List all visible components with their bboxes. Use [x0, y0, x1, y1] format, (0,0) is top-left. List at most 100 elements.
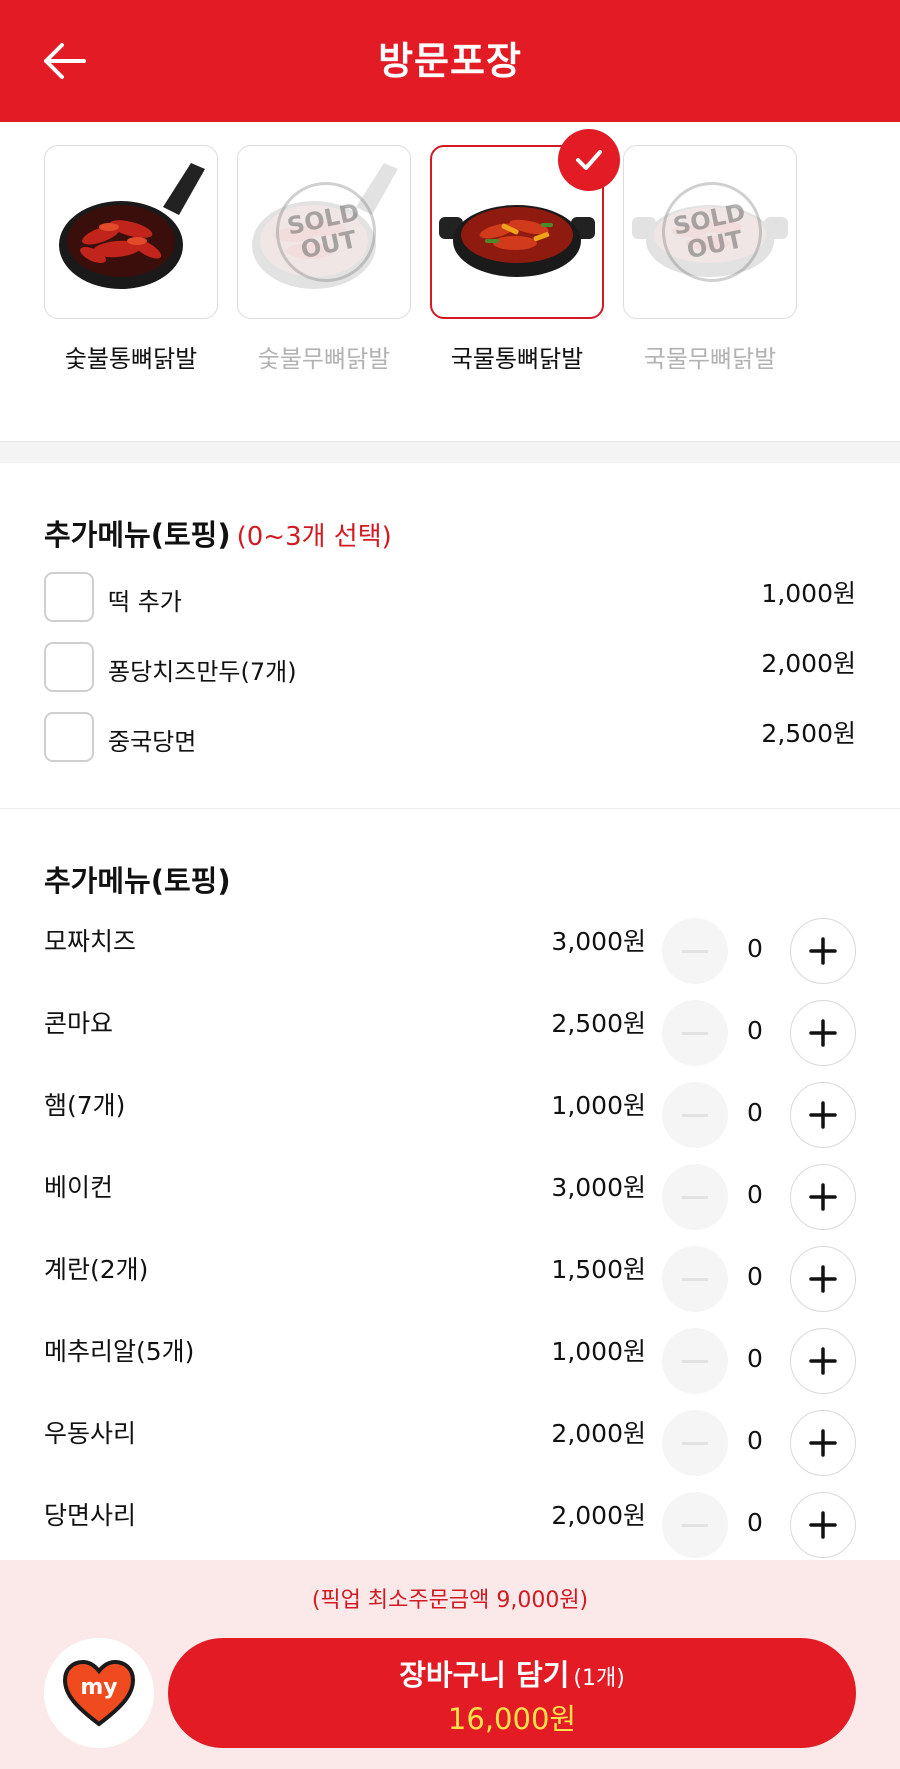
- topping-label: 메추리알(5개): [44, 1337, 195, 1366]
- topping-price: 3,000원: [551, 927, 646, 956]
- order-total-price: 16,000원: [447, 1702, 577, 1736]
- quantity-value: 0: [747, 1426, 763, 1455]
- minus-icon: [682, 1359, 708, 1363]
- product-option-label: 숯불통뼈닭발: [64, 345, 198, 373]
- product-option-1[interactable]: SOLD OUT 숯불무뼈닭발: [237, 145, 411, 374]
- plus-icon: [809, 1511, 837, 1539]
- minus-icon: [682, 1031, 708, 1035]
- product-option-label: 국물통뼈닭발: [450, 345, 584, 373]
- my-badge-text: my: [80, 1675, 117, 1700]
- decrease-button[interactable]: [662, 1000, 728, 1066]
- topping-stepper-row: 햄(7개) 1,000원 0: [44, 1082, 856, 1152]
- increase-button[interactable]: [790, 1492, 856, 1558]
- product-option-label: 숯불무뼈닭발: [257, 345, 391, 373]
- cart-item-count: (1개): [573, 1666, 625, 1691]
- increase-button[interactable]: [790, 1000, 856, 1066]
- topping-label: 계란(2개): [44, 1255, 149, 1284]
- topping-price: 1,500원: [551, 1255, 646, 1284]
- topping-stepper-row: 베이컨 3,000원 0: [44, 1164, 856, 1234]
- topping-checkbox[interactable]: [44, 572, 94, 622]
- decrease-button[interactable]: [662, 1164, 728, 1230]
- topping-check-row[interactable]: 떡 추가 1,000원: [44, 572, 856, 624]
- decrease-button[interactable]: [662, 1246, 728, 1312]
- section-title-text: 추가메뉴(토핑): [44, 518, 231, 552]
- decrease-button[interactable]: [662, 1328, 728, 1394]
- quantity-value: 0: [747, 1344, 763, 1373]
- product-option-0[interactable]: 숯불통뼈닭발: [44, 145, 218, 374]
- topping-price: 2,500원: [551, 1009, 646, 1038]
- topping-price: 1,000원: [761, 579, 856, 608]
- topping-label: 베이컨: [44, 1173, 114, 1202]
- topping-label: 모짜치즈: [44, 927, 137, 956]
- topping-checkbox[interactable]: [44, 712, 94, 762]
- product-thumbnail: SOLD OUT: [237, 145, 411, 319]
- plus-icon: [809, 1265, 837, 1293]
- page-title: 방문포장: [378, 39, 522, 83]
- increase-button[interactable]: [790, 918, 856, 984]
- topping-checkbox[interactable]: [44, 642, 94, 692]
- topping-check-row[interactable]: 중국당면 2,500원: [44, 712, 856, 764]
- minus-icon: [682, 949, 708, 953]
- topping-price: 2,000원: [551, 1501, 646, 1530]
- topping-label: 중국당면: [108, 728, 197, 756]
- plus-icon: [809, 1019, 837, 1047]
- minus-icon: [682, 1441, 708, 1445]
- minus-icon: [682, 1113, 708, 1117]
- product-option-list: 숯불통뼈닭발 SOLD OUT 숯불무뼈닭발 국물통뼈닭발 SOLD OUT 국…: [44, 129, 864, 385]
- topping-stepper-section-title: 추가메뉴(토핑): [44, 864, 231, 898]
- decrease-button[interactable]: [662, 918, 728, 984]
- increase-button[interactable]: [790, 1328, 856, 1394]
- product-thumbnail: SOLD OUT: [623, 145, 797, 319]
- product-thumbnail: [44, 145, 218, 319]
- topping-price: 2,500원: [761, 719, 856, 748]
- decrease-button[interactable]: [662, 1410, 728, 1476]
- quantity-value: 0: [747, 934, 763, 963]
- plus-icon: [809, 1347, 837, 1375]
- topping-price: 2,000원: [551, 1419, 646, 1448]
- minimum-order-notice: (픽업 최소주문금액 9,000원): [311, 1588, 589, 1613]
- selection-limit-text: (0~3개 선택): [236, 522, 392, 552]
- minus-icon: [682, 1523, 708, 1527]
- topping-price: 1,000원: [551, 1091, 646, 1120]
- topping-stepper-row: 콘마요 2,500원 0: [44, 1000, 856, 1070]
- order-bottom-bar: (픽업 최소주문금액 9,000원) my 장바구니 담기 (1개) 16,000…: [0, 1560, 900, 1769]
- add-to-cart-button[interactable]: 장바구니 담기 (1개) 16,000원: [168, 1638, 856, 1748]
- topping-stepper-row: 당면사리 2,000원 0: [44, 1492, 856, 1562]
- plus-icon: [809, 937, 837, 965]
- quantity-value: 0: [747, 1016, 763, 1045]
- topping-check-row[interactable]: 퐁당치즈만두(7개) 2,000원: [44, 642, 856, 694]
- product-option-label: 국물무뼈닭발: [643, 345, 777, 373]
- product-thumbnail: [430, 129, 620, 319]
- minus-icon: [682, 1195, 708, 1199]
- increase-button[interactable]: [790, 1164, 856, 1230]
- decrease-button[interactable]: [662, 1082, 728, 1148]
- check-icon: [576, 150, 602, 170]
- quantity-value: 0: [747, 1508, 763, 1537]
- app-header: 방문포장: [0, 0, 900, 122]
- product-option-3[interactable]: SOLD OUT 국물무뼈닭발: [623, 145, 797, 374]
- topping-price: 1,000원: [551, 1337, 646, 1366]
- topping-label: 퐁당치즈만두(7개): [108, 658, 297, 686]
- selected-check-badge: [558, 129, 620, 191]
- increase-button[interactable]: [790, 1246, 856, 1312]
- topping-label: 콘마요: [44, 1009, 114, 1038]
- heart-my-icon: my: [62, 1659, 136, 1727]
- minus-icon: [682, 1277, 708, 1281]
- increase-button[interactable]: [790, 1082, 856, 1148]
- quantity-value: 0: [747, 1180, 763, 1209]
- quantity-value: 0: [747, 1262, 763, 1291]
- my-favorite-button[interactable]: my: [44, 1638, 154, 1748]
- section-divider: [0, 808, 900, 809]
- pan-dish-image: [59, 163, 205, 289]
- section-divider: [0, 441, 900, 463]
- topping-label: 떡 추가: [108, 588, 182, 616]
- topping-price: 2,000원: [761, 649, 856, 678]
- quantity-value: 0: [747, 1098, 763, 1127]
- increase-button[interactable]: [790, 1410, 856, 1476]
- product-option-2[interactable]: 국물통뼈닭발: [430, 129, 620, 374]
- decrease-button[interactable]: [662, 1492, 728, 1558]
- topping-stepper-row: 메추리알(5개) 1,000원 0: [44, 1328, 856, 1398]
- plus-icon: [809, 1183, 837, 1211]
- topping-label: 햄(7개): [44, 1091, 126, 1120]
- topping-stepper-row: 계란(2개) 1,500원 0: [44, 1246, 856, 1316]
